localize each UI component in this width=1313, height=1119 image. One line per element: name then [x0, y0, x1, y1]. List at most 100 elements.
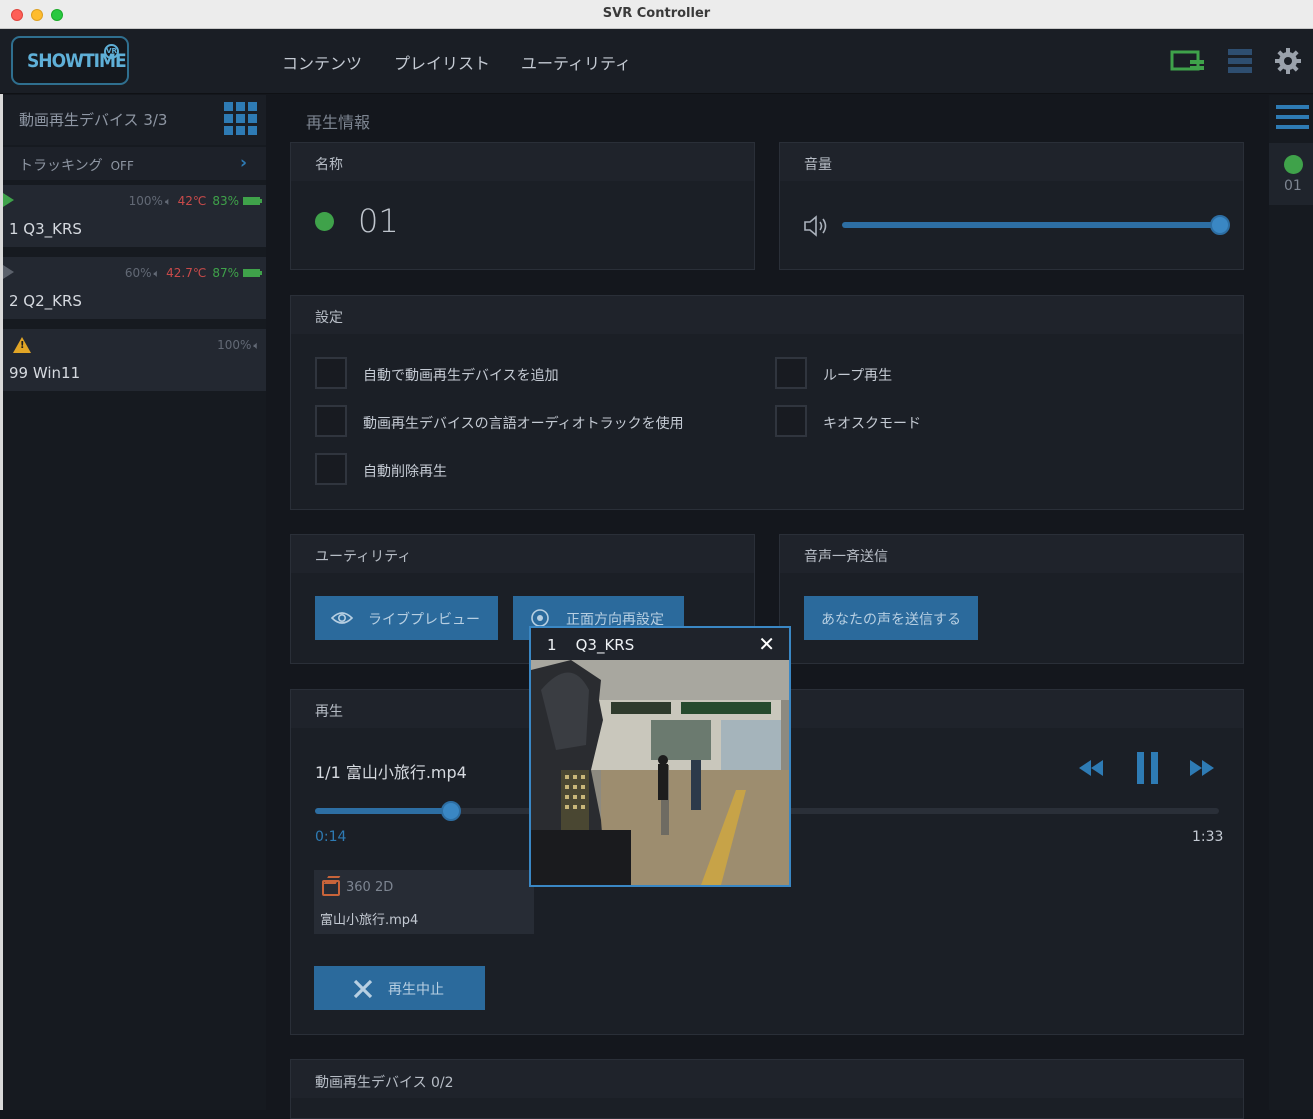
nav-utility[interactable]: ユーティリティ — [521, 50, 631, 74]
device-name: 99 Win11 — [9, 364, 81, 382]
sidebar-title: 動画再生デバイス 3/3 — [19, 111, 168, 129]
card-title: 動画再生デバイス 0/2 — [315, 1075, 454, 1091]
top-nav: SHOWTIME VR コンテンツ プレイリスト ユーティリティ — [0, 29, 1313, 94]
speaker-icon: 🔈︎ — [153, 267, 161, 280]
file-name: 富山小旅行.mp4 — [320, 913, 419, 928]
window-title: SVR Controller — [602, 6, 711, 21]
card-title: 再生 — [315, 704, 343, 720]
speaker-icon[interactable] — [803, 215, 829, 237]
device-battery: 83% — [212, 194, 239, 208]
live-preview-button[interactable]: ライブプレビュー — [315, 596, 498, 640]
settings-card: 設定 自動で動画再生デバイスを追加 動画再生デバイスの言語オーディオトラックを使… — [290, 295, 1244, 510]
tracking-value: OFF — [110, 159, 134, 173]
live-preview-popup[interactable]: 1 Q3_KRS ✕ — [529, 626, 791, 887]
rewind-icon[interactable] — [1077, 758, 1105, 778]
card-title: 音声一斉送信 — [804, 549, 888, 565]
button-label: ライブプレビュー — [368, 612, 480, 628]
device-item[interactable]: 100%🔈︎ 99 Win11 — [3, 329, 266, 391]
kiosk-mode-checkbox[interactable] — [775, 405, 807, 437]
status-dot — [315, 212, 334, 231]
play-state-icon — [3, 193, 14, 207]
voice-broadcast-card: 音声一斉送信 あなたの声を送信する — [779, 534, 1244, 664]
button-label: あなたの声を送信する — [821, 612, 961, 628]
device-item[interactable]: 60% 🔈︎ 42.7℃ 87% 2 Q2_KRS — [3, 257, 266, 319]
warning-icon — [13, 337, 31, 353]
volume-card: 音量 — [779, 142, 1244, 270]
progress-fill — [315, 808, 451, 814]
checkbox-label: 自動削除再生 — [363, 464, 447, 480]
name-card: 名称 01 — [290, 142, 755, 270]
send-voice-button[interactable]: あなたの声を送信する — [804, 596, 978, 640]
clapperboard-icon — [322, 880, 340, 896]
stop-playback-button[interactable]: 再生中止 — [314, 966, 485, 1010]
playlist-file-item[interactable]: 360 2D 富山小旅行.mp4 — [314, 870, 534, 934]
pause-icon[interactable] — [1135, 750, 1161, 786]
pause-state-icon — [3, 265, 14, 279]
gear-icon[interactable] — [1274, 47, 1302, 75]
checkbox-label: キオスクモード — [823, 416, 921, 432]
title-bar: SVR Controller — [0, 0, 1313, 29]
logo-vr-badge: VR — [104, 44, 119, 59]
tracking-toggle[interactable]: トラッキング OFF › — [3, 147, 266, 180]
device-shortcut[interactable]: 01 — [1269, 143, 1313, 205]
track-title: 1/1 富山小旅行.mp4 — [315, 763, 467, 782]
devices-card: 動画再生デバイス 0/2 — [290, 1059, 1244, 1119]
page-title: 再生情報 — [306, 113, 371, 132]
device-battery: 87% — [212, 266, 239, 280]
app-logo[interactable]: SHOWTIME VR — [11, 36, 129, 85]
device-volume: 60% — [124, 266, 152, 280]
right-sidebar: 01 — [1269, 95, 1313, 1110]
checkbox-label: ループ再生 — [823, 368, 893, 384]
volume-slider[interactable] — [842, 222, 1220, 228]
file-type: 360 2D — [346, 880, 394, 895]
device-volume: 100% — [217, 338, 252, 352]
close-icon[interactable]: ✕ — [758, 632, 775, 656]
target-icon — [531, 609, 549, 627]
server-icon[interactable] — [1227, 48, 1253, 74]
chevron-right-icon: › — [240, 153, 248, 173]
eye-icon — [331, 612, 353, 624]
device-temp: 42℃ — [177, 194, 207, 208]
main-panel: 再生情報 名称 01 音量 設定 自動で動画再生デバイスを追加 動画再生デバイス… — [266, 95, 1269, 1119]
device-name: 1 Q3_KRS — [9, 220, 82, 238]
card-title: 名称 — [315, 157, 343, 173]
progress-thumb[interactable] — [440, 801, 461, 821]
device-item[interactable]: 100% 🔈︎ 42℃ 83% 1 Q3_KRS — [3, 185, 266, 247]
grid-view-icon[interactable] — [224, 102, 257, 135]
device-label: 01 — [358, 202, 399, 240]
card-title: ユーティリティ — [315, 549, 412, 565]
volume-slider-thumb[interactable] — [1210, 215, 1230, 235]
battery-icon — [243, 197, 262, 205]
status-dot — [1284, 155, 1303, 174]
popup-title: 1 Q3_KRS — [547, 636, 635, 654]
device-sidebar: 動画再生デバイス 3/3 トラッキング OFF › 100% 🔈︎ 42℃ 83% 1 … — [3, 95, 266, 1110]
language-track-checkbox[interactable] — [315, 405, 347, 437]
battery-icon — [243, 269, 262, 277]
loop-play-checkbox[interactable] — [775, 357, 807, 389]
device-shortcut-label: 01 — [1284, 178, 1302, 194]
nav-contents[interactable]: コンテンツ — [282, 50, 362, 74]
card-title: 設定 — [315, 310, 343, 326]
nav-playlist[interactable]: プレイリスト — [394, 50, 490, 74]
screens-icon[interactable] — [1170, 49, 1206, 73]
menu-icon[interactable] — [1276, 105, 1309, 131]
preview-image — [531, 660, 789, 885]
checkbox-label: 動画再生デバイスの言語オーディオトラックを使用 — [363, 416, 684, 432]
speaker-icon: 🔈︎ — [164, 195, 172, 208]
speaker-icon: 🔈︎ — [253, 339, 260, 352]
sidebar-header: 動画再生デバイス 3/3 — [3, 95, 266, 145]
card-title: 音量 — [804, 157, 832, 173]
duration-time: 1:33 — [1192, 829, 1224, 845]
button-label: 再生中止 — [388, 982, 444, 998]
elapsed-time: 0:14 — [315, 829, 347, 845]
auto-delete-checkbox[interactable] — [315, 453, 347, 485]
device-name: 2 Q2_KRS — [9, 292, 82, 310]
tracking-label: トラッキング — [19, 158, 103, 174]
device-temp: 42.7℃ — [166, 266, 207, 280]
auto-add-device-checkbox[interactable] — [315, 357, 347, 389]
device-volume: 100% — [128, 194, 163, 208]
fast-forward-icon[interactable] — [1188, 758, 1216, 778]
close-icon — [353, 979, 373, 999]
popup-header[interactable]: 1 Q3_KRS ✕ — [531, 628, 789, 660]
checkbox-label: 自動で動画再生デバイスを追加 — [363, 368, 559, 384]
